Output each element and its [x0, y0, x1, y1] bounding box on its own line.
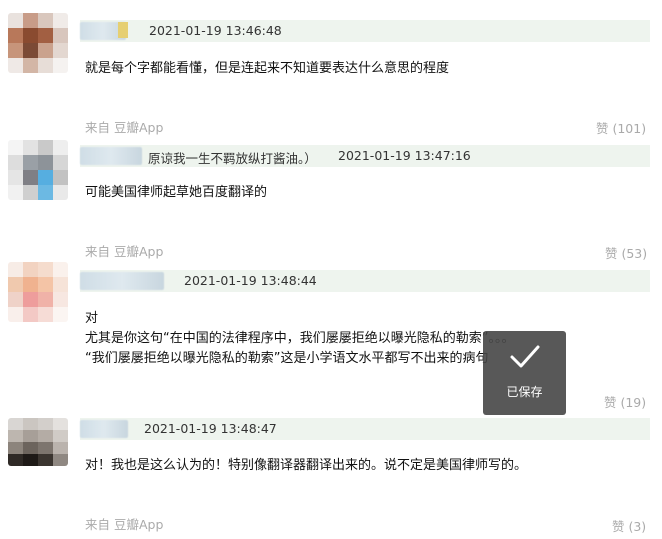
toast-label: 已保存 [506, 385, 543, 399]
comment-text: 对！我也是这么认为的！特别像翻译器翻译出来的。说不定是美国律师写的。 [85, 458, 528, 473]
comment-meta-bar: 2021-01-19 13:48:47 [80, 418, 650, 440]
checkmark-icon [510, 345, 540, 368]
saved-toast: 已保存 [483, 331, 566, 415]
comment-time: 2021-01-19 13:48:47 [144, 421, 277, 436]
username[interactable] [80, 420, 128, 438]
avatar[interactable] [8, 418, 68, 466]
comment-source: 来自 豆瓣App [85, 517, 164, 532]
vote-count[interactable]: 赞 (3) [612, 516, 646, 535]
comment-item: 2021-01-19 13:48:47 对！我也是这么认为的！特别像翻译器翻译出… [0, 0, 662, 539]
